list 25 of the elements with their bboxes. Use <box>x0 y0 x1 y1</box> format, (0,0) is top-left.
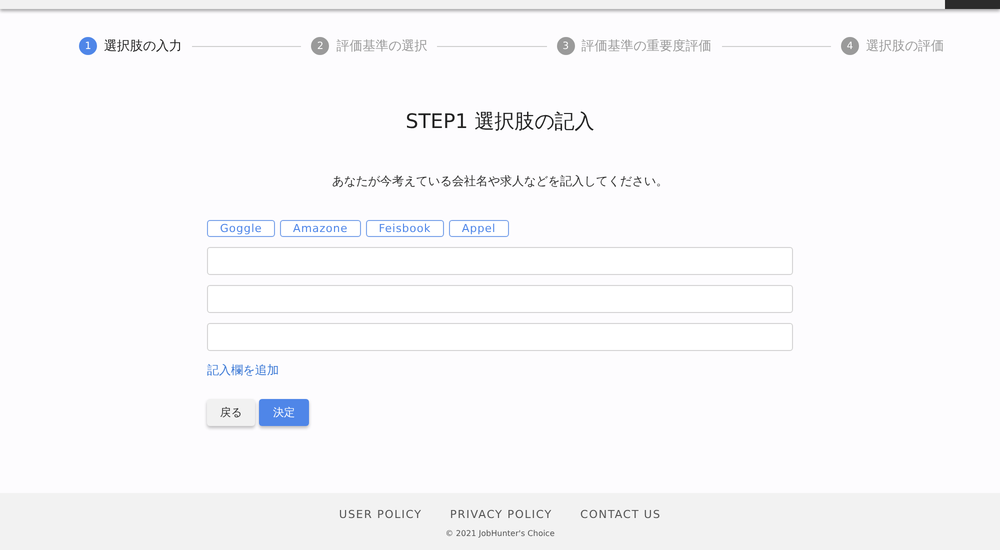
step-number: 1 <box>79 37 97 55</box>
step-number: 4 <box>840 37 859 55</box>
instruction-text: あなたが今考えている会社名や求人などを記入してください。 <box>332 173 668 190</box>
step-number: 3 <box>556 37 575 55</box>
submit-button[interactable]: 決定 <box>259 399 309 426</box>
step-label: 評価基準の選択 <box>336 38 428 55</box>
suggestion-chip[interactable]: Amazone <box>280 220 361 237</box>
copyright-text: © 2021 JobHunter's Choice <box>445 529 555 538</box>
suggestion-chip[interactable]: Feisbook <box>366 220 444 237</box>
input-field[interactable] <box>207 247 793 275</box>
suggestion-chip[interactable]: Appel <box>448 220 509 237</box>
step-label: 評価基準の重要度評価 <box>582 38 712 55</box>
back-button[interactable]: 戻る <box>207 399 255 426</box>
footer-link[interactable]: CONTACT US <box>580 508 661 521</box>
step-label: 選択肢の入力 <box>104 38 182 55</box>
step-number: 2 <box>311 37 330 55</box>
input-field[interactable] <box>207 323 793 351</box>
step-label: 選択肢の評価 <box>866 38 944 55</box>
footer-link[interactable]: USER POLICY <box>339 508 422 521</box>
suggestion-chip[interactable]: Goggle <box>207 220 276 237</box>
input-field[interactable] <box>207 285 793 313</box>
page-title: STEP1 選択肢の記入 <box>406 108 594 135</box>
add-field-link[interactable]: 記入欄を追加 <box>207 362 279 379</box>
top-bar-block <box>945 0 1000 9</box>
footer-link[interactable]: PRIVACY POLICY <box>450 508 552 521</box>
